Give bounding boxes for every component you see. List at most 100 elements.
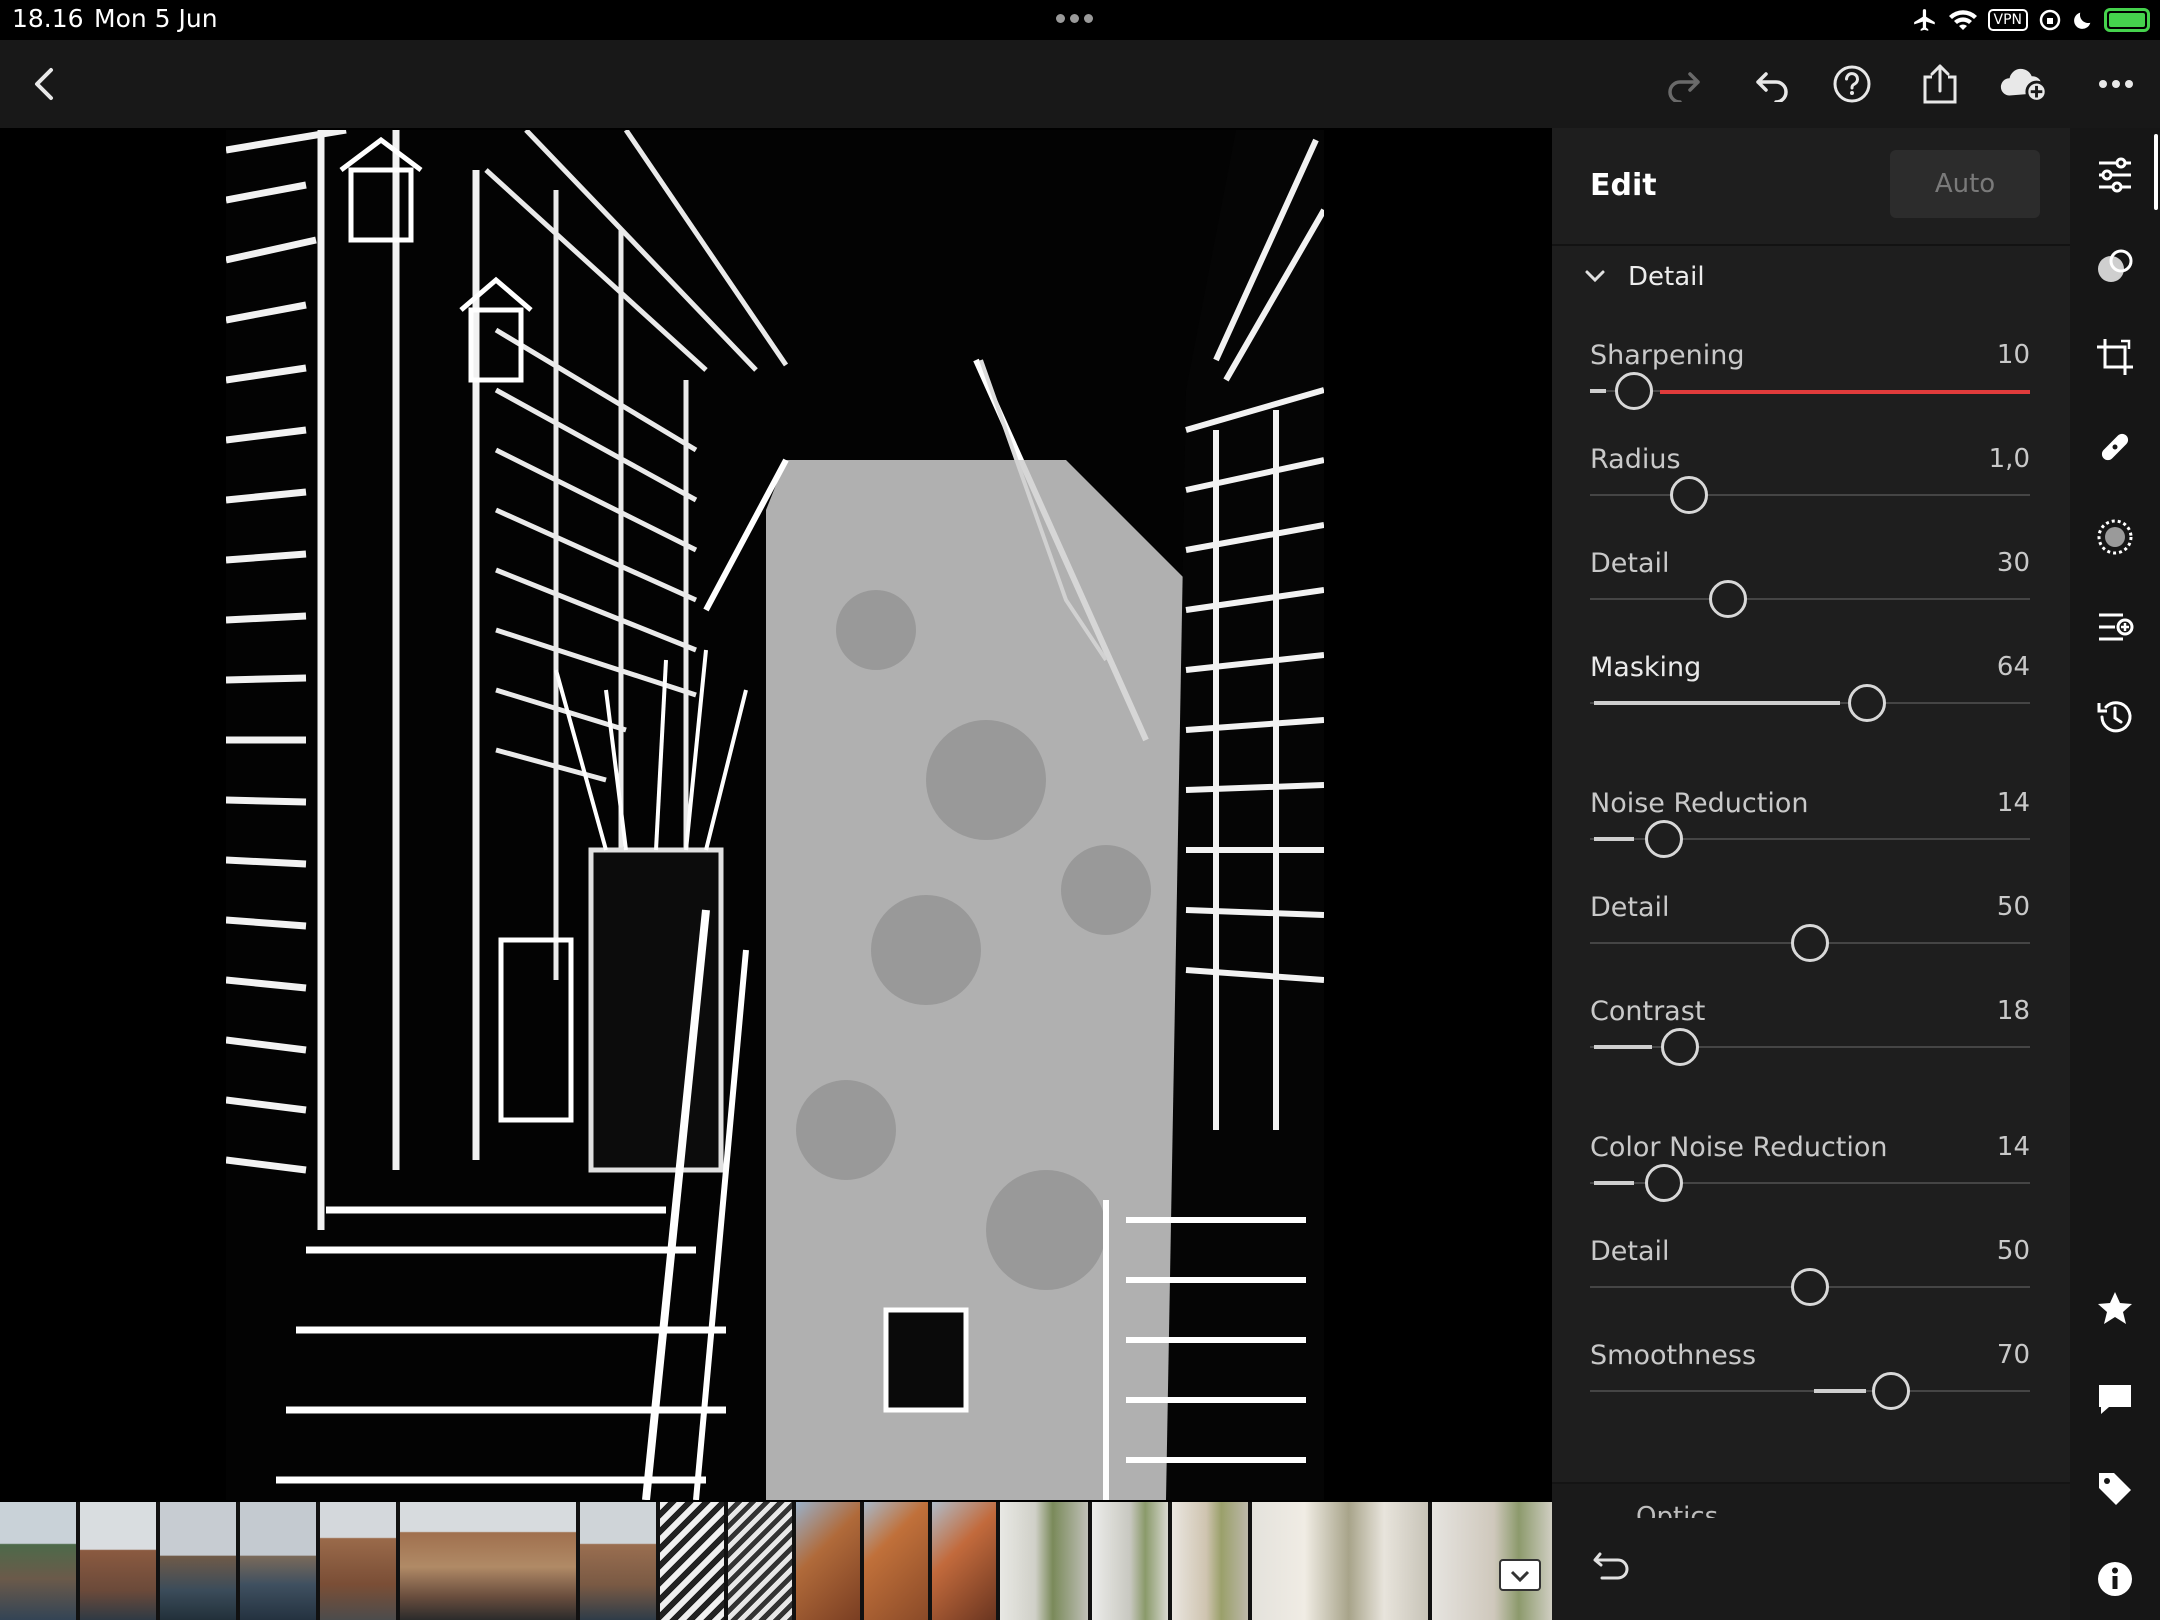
edit-panel-header: Edit Auto bbox=[1552, 128, 2070, 246]
filmstrip-thumbnail[interactable] bbox=[400, 1502, 576, 1620]
slider-knob[interactable] bbox=[1645, 820, 1683, 858]
history-tool-button[interactable] bbox=[2090, 692, 2140, 742]
filmstrip-thumbnail[interactable] bbox=[240, 1502, 316, 1620]
keyword-tag-button[interactable] bbox=[2090, 1464, 2140, 1514]
slider-fill bbox=[1594, 1181, 1634, 1185]
section-title: Detail bbox=[1628, 262, 1705, 292]
slider-fill bbox=[1594, 837, 1634, 841]
filmstrip-thumbnail[interactable] bbox=[728, 1502, 792, 1620]
presets-icon bbox=[2098, 249, 2133, 282]
slider-value: 1,0 bbox=[1988, 444, 2030, 474]
filmstrip-thumbnail[interactable] bbox=[580, 1502, 656, 1620]
filmstrip-thumbnail[interactable] bbox=[320, 1502, 396, 1620]
slider-value: 70 bbox=[1996, 1340, 2030, 1370]
slider-track[interactable] bbox=[1590, 494, 2030, 496]
info-button[interactable] bbox=[2090, 1554, 2140, 1604]
crop-icon bbox=[2097, 339, 2133, 375]
slider-track[interactable] bbox=[1590, 1390, 2030, 1392]
filmstrip-thumbnail[interactable] bbox=[80, 1502, 156, 1620]
filmstrip-thumbnail[interactable] bbox=[0, 1502, 76, 1620]
status-date: Mon 5 Jun bbox=[94, 4, 218, 33]
slider-masking[interactable]: Masking 64 bbox=[1590, 652, 2030, 738]
status-bar: 18.16 Mon 5 Jun VPN bbox=[0, 0, 2160, 40]
filmstrip-thumbnail[interactable] bbox=[932, 1502, 996, 1620]
slider-knob[interactable] bbox=[1872, 1372, 1910, 1410]
redo-button[interactable] bbox=[1658, 58, 1710, 110]
filmstrip-thumbnail[interactable] bbox=[1432, 1502, 1552, 1620]
slider-knob[interactable] bbox=[1791, 924, 1829, 962]
slider-label: Radius bbox=[1590, 444, 1681, 475]
comment-button[interactable] bbox=[2090, 1374, 2140, 1424]
slider-knob[interactable] bbox=[1709, 580, 1747, 618]
rating-button[interactable] bbox=[2090, 1284, 2140, 1334]
healing-tool-button[interactable] bbox=[2090, 422, 2140, 472]
reset-button[interactable] bbox=[1592, 1550, 1632, 1584]
multitasking-dots[interactable] bbox=[1056, 8, 1098, 27]
slider-smoothness[interactable]: Smoothness 70 bbox=[1590, 1340, 2030, 1426]
slider-sharpening[interactable]: Sharpening 10 bbox=[1590, 340, 2030, 426]
filmstrip[interactable] bbox=[0, 1502, 1552, 1620]
undo-icon bbox=[1756, 72, 1788, 102]
moon-icon bbox=[2074, 12, 2091, 29]
photo-canvas[interactable] bbox=[0, 128, 1552, 1502]
slider-noise-reduction[interactable]: Noise Reduction 14 bbox=[1590, 788, 2030, 874]
help-icon bbox=[1833, 65, 1871, 103]
slider-fill bbox=[1814, 1389, 1866, 1393]
slider-value: 14 bbox=[1996, 788, 2030, 818]
rating-star-icon bbox=[2098, 1292, 2132, 1324]
edit-panel: Edit Auto Detail Sharpening 10 Radius 1,… bbox=[1552, 128, 2070, 1620]
sharpening-warning-track bbox=[1660, 390, 2030, 394]
slider-value: 50 bbox=[1996, 1236, 2030, 1266]
filmstrip-thumbnail[interactable] bbox=[864, 1502, 928, 1620]
filmstrip-thumbnail[interactable] bbox=[660, 1502, 724, 1620]
detail-section-header[interactable]: Detail bbox=[1584, 262, 1705, 292]
filmstrip-thumbnail[interactable] bbox=[1172, 1502, 1248, 1620]
slider-knob[interactable] bbox=[1661, 1028, 1699, 1066]
slider-value: 50 bbox=[1996, 892, 2030, 922]
more-button[interactable] bbox=[2090, 58, 2142, 110]
share-button[interactable] bbox=[1914, 58, 1966, 110]
cloud-sync-button[interactable] bbox=[1998, 58, 2050, 110]
slider-knob[interactable] bbox=[1848, 684, 1886, 722]
edit-tool-button[interactable] bbox=[2090, 150, 2140, 200]
slider-knob[interactable] bbox=[1615, 372, 1653, 410]
filmstrip-thumbnail[interactable] bbox=[1092, 1502, 1168, 1620]
cloud-add-icon bbox=[2000, 68, 2048, 103]
status-indicators: VPN bbox=[1912, 4, 2150, 36]
slider-sharpening-detail[interactable]: Detail 30 bbox=[1590, 548, 2030, 634]
crop-tool-button[interactable] bbox=[2090, 332, 2140, 382]
slider-noise-detail[interactable]: Detail 50 bbox=[1590, 892, 2030, 978]
filmstrip-thumbnail[interactable] bbox=[1000, 1502, 1088, 1620]
filmstrip-thumbnail[interactable] bbox=[1252, 1502, 1428, 1620]
slider-track[interactable] bbox=[1590, 1046, 2030, 1048]
masking-preview-photo bbox=[226, 130, 1324, 1500]
auto-button[interactable]: Auto bbox=[1890, 150, 2040, 218]
filmstrip-thumbnail[interactable] bbox=[796, 1502, 860, 1620]
wifi-icon bbox=[1948, 10, 1977, 30]
slider-knob[interactable] bbox=[1645, 1164, 1683, 1202]
masking-tool-button[interactable] bbox=[2090, 512, 2140, 562]
tool-rail bbox=[2070, 128, 2160, 1620]
healing-icon bbox=[2101, 433, 2129, 461]
presets-tool-button[interactable] bbox=[2090, 242, 2140, 292]
optics-section-header[interactable]: Optics bbox=[1636, 1502, 1718, 1518]
undo-button[interactable] bbox=[1746, 58, 1798, 110]
filmstrip-thumbnail[interactable] bbox=[160, 1502, 236, 1620]
airplane-icon bbox=[1913, 9, 1935, 31]
slider-color-noise-reduction[interactable]: Color Noise Reduction 14 bbox=[1590, 1132, 2030, 1218]
help-button[interactable] bbox=[1826, 58, 1878, 110]
orientation-lock-icon bbox=[2039, 9, 2061, 31]
back-button[interactable] bbox=[18, 58, 70, 110]
slider-knob[interactable] bbox=[1791, 1268, 1829, 1306]
versions-tool-button[interactable] bbox=[2090, 602, 2140, 652]
slider-radius[interactable]: Radius 1,0 bbox=[1590, 444, 2030, 530]
slider-color-detail[interactable]: Detail 50 bbox=[1590, 1236, 2030, 1322]
slider-fill bbox=[1590, 389, 1606, 393]
panel-footer: Optics bbox=[1552, 1482, 2070, 1620]
slider-label: Smoothness bbox=[1590, 1340, 1757, 1371]
slider-contrast[interactable]: Contrast 18 bbox=[1590, 996, 2030, 1082]
edit-sliders-icon bbox=[2099, 157, 2131, 193]
history-icon bbox=[2097, 701, 2132, 733]
slider-track[interactable] bbox=[1590, 598, 2030, 600]
slider-knob[interactable] bbox=[1670, 476, 1708, 514]
